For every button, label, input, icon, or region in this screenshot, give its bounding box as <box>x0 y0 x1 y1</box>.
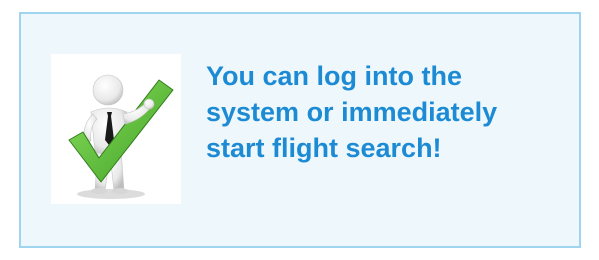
info-panel: You can log into the system or immediate… <box>19 12 581 248</box>
figure-head <box>92 74 124 106</box>
figure-shadow <box>77 189 145 199</box>
person-with-checkmark-illustration <box>68 74 174 199</box>
info-message: You can log into the system or immediate… <box>206 61 498 163</box>
person-with-checkmark-icon <box>51 54 181 204</box>
